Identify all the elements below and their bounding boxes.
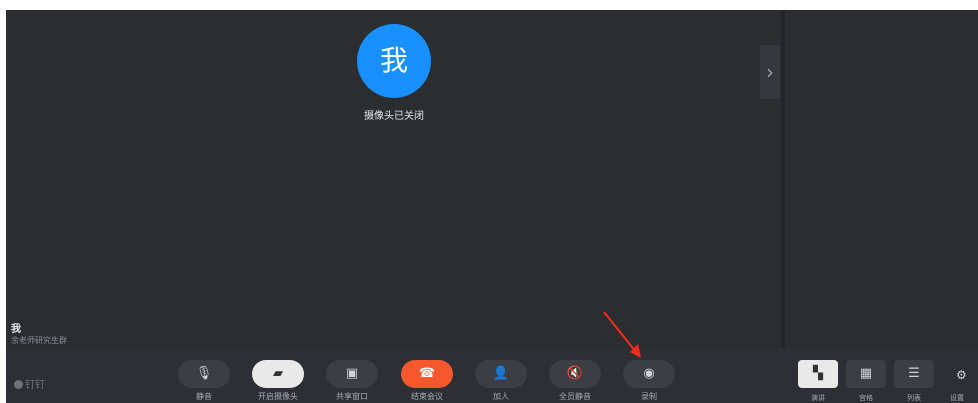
record-icon: ◉ <box>643 366 655 381</box>
add-person-label: 加人 <box>493 392 509 401</box>
meeting-window: 我 摄像头已关闭 我 余老师研究生群 › 钉钉 🎙 静音 ▰ 开启摄像头 ▣ 共… <box>6 10 978 403</box>
brand-label: 钉钉 <box>25 380 45 391</box>
participants-panel <box>785 10 978 348</box>
meeting-toolbar: 钉钉 🎙 静音 ▰ 开启摄像头 ▣ 共享窗口 ☎ 结束会议 👤 加人 🔇 全员静… <box>6 348 978 403</box>
hang-up-icon: ☎ <box>418 366 436 381</box>
gear-icon: ⚙ <box>956 368 967 382</box>
settings-label: 设置 <box>950 394 964 402</box>
speaker-layout-icon: ▚ <box>813 366 823 381</box>
add-user-icon: 👤 <box>492 366 510 381</box>
add-person-button[interactable]: 👤 <box>475 360 527 388</box>
dingtalk-icon <box>14 380 23 389</box>
mute-all-icon: 🔇 <box>566 366 584 381</box>
avatar: 我 <box>357 24 431 98</box>
end-meeting-label: 结束会议 <box>411 392 443 401</box>
settings-button[interactable]: ⚙ <box>956 368 967 382</box>
grid-layout-icon: ▦ <box>859 366 873 381</box>
brand-logo: 钉钉 <box>14 376 45 391</box>
end-meeting-button[interactable]: ☎ <box>401 360 453 388</box>
list-layout-icon: ☰ <box>908 366 920 381</box>
participant-group: 余老师研究生群 <box>11 336 67 345</box>
camera-button[interactable]: ▰ <box>252 360 304 388</box>
view-grid-label: 宫格 <box>859 394 873 402</box>
view-speaker-label: 演讲 <box>811 394 825 402</box>
record-label: 录制 <box>641 392 657 401</box>
share-window-button[interactable]: ▣ <box>326 360 378 388</box>
chevron-right-icon: › <box>766 60 774 84</box>
microphone-icon: 🎙 <box>195 366 213 381</box>
camera-off-icon: ▰ <box>273 366 283 381</box>
mute-all-button[interactable]: 🔇 <box>549 360 601 388</box>
camera-label: 开启摄像头 <box>258 392 298 401</box>
view-list-button[interactable]: ☰ <box>894 360 934 388</box>
share-window-label: 共享窗口 <box>336 392 368 401</box>
view-grid-button[interactable]: ▦ <box>846 360 886 388</box>
mute-label: 静音 <box>196 392 212 401</box>
view-list-label: 列表 <box>907 394 921 402</box>
participant-name: 我 <box>11 324 21 335</box>
video-stage: 我 摄像头已关闭 我 余老师研究生群 › <box>6 10 781 348</box>
share-screen-icon: ▣ <box>345 366 359 381</box>
camera-off-status: 摄像头已关闭 <box>364 111 424 122</box>
record-button[interactable]: ◉ <box>623 360 675 388</box>
mute-button[interactable]: 🎙 <box>178 360 230 388</box>
expand-panel-button[interactable]: › <box>760 45 780 99</box>
view-speaker-button[interactable]: ▚ <box>798 360 838 388</box>
mute-all-label: 全员静音 <box>559 392 591 401</box>
